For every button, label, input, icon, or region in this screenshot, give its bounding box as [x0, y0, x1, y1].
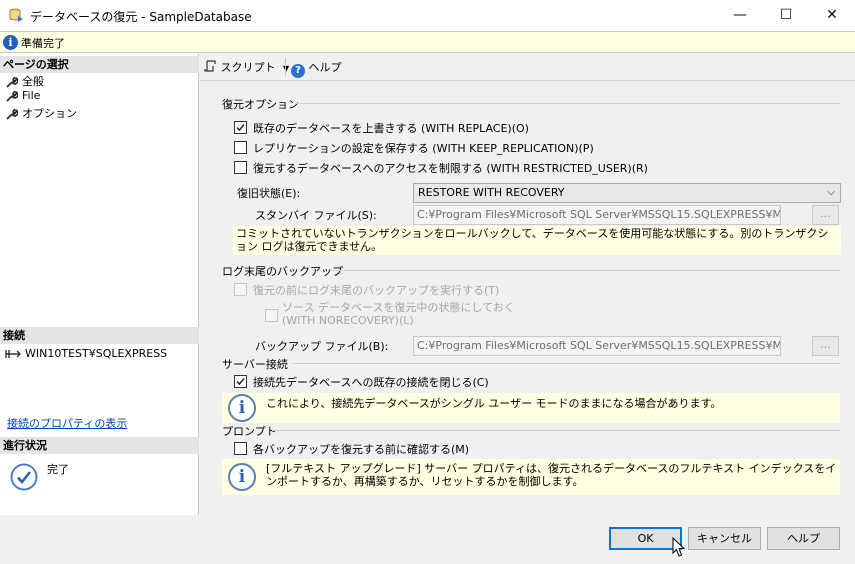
- left-panel: ページの選択 全般 File オプション 接続 WIN10TEST¥SQLEXP…: [0, 53, 199, 515]
- progress-header: 進行状況: [0, 437, 199, 454]
- standby-browse-button[interactable]: ...: [812, 205, 839, 225]
- prompt-note: [フルテキスト アップグレード] サーバー プロパティは、復元されるデータベース…: [266, 462, 837, 488]
- sidebar-item-label: オプション: [22, 107, 77, 120]
- recovery-state-note: コミットされていないトランザクションをロールバックして、データベースを使用可能な…: [233, 226, 841, 255]
- window-title: データベースの復元 - SampleDatabase: [30, 10, 252, 24]
- maximize-button[interactable]: ☐: [763, 0, 809, 31]
- replace-label: 既存のデータベースを上書きする (WITH REPLACE)(O): [253, 122, 529, 135]
- help-button[interactable]: ヘルプ: [767, 527, 840, 550]
- norecovery-checkbox[interactable]: [265, 309, 278, 322]
- recovery-state-label: 復旧状態(E):: [237, 187, 301, 200]
- server-name: WIN10TEST¥SQLEXPRESS: [5, 347, 167, 363]
- tail-log-title: ログ末尾のバックアップ: [222, 265, 343, 278]
- connection-header: 接続: [0, 327, 199, 344]
- status-bar: i 準備完了: [0, 31, 855, 53]
- script-button[interactable]: スクリプト ▼: [204, 59, 289, 75]
- sidebar-item-file[interactable]: File: [6, 89, 40, 105]
- divider: [272, 430, 840, 431]
- confirm-restore-label: 各バックアップを復元する前に確認する(M): [253, 443, 470, 456]
- info-icon: i: [228, 463, 256, 491]
- backup-file-input[interactable]: C:¥Program Files¥Microsoft SQL Server¥MS…: [413, 336, 781, 356]
- norecovery-label: ソース データベースを復元中の状態にしておく (WITH NORECOVERY)…: [282, 301, 515, 327]
- close-connections-checkbox[interactable]: [234, 375, 247, 388]
- wrench-icon: [6, 109, 19, 120]
- server-connection-icon: [5, 350, 21, 358]
- script-label: スクリプト: [220, 61, 276, 74]
- restore-options-title: 復元オプション: [222, 98, 299, 111]
- checkmark-icon: [10, 463, 38, 491]
- chevron-down-icon: ⌵: [827, 187, 835, 198]
- chevron-down-icon: ▼: [283, 64, 290, 73]
- database-restore-icon: [9, 8, 23, 22]
- server-connections-title: サーバー接続: [222, 358, 288, 371]
- help-label: ヘルプ: [308, 61, 342, 74]
- mouse-cursor-icon: [672, 537, 686, 557]
- toolbar: スクリプト ▼ ? ヘルプ: [200, 53, 855, 81]
- close-connections-label: 接続先データベースへの既存の接続を閉じる(C): [253, 376, 489, 389]
- help-icon: ?: [291, 64, 305, 78]
- toolbar-separator: [285, 58, 286, 76]
- sidebar-item-options[interactable]: オプション: [6, 105, 77, 121]
- maximize-icon: ☐: [779, 7, 793, 23]
- sidebar-item-general[interactable]: 全般: [6, 73, 44, 89]
- help-toolbar-button[interactable]: ? ヘルプ: [291, 59, 342, 78]
- wrench-icon: [6, 77, 19, 88]
- minimize-button[interactable]: —: [717, 0, 763, 31]
- tail-log-backup-label: 復元の前にログ末尾のバックアップを実行する(T): [253, 284, 500, 297]
- server-connections-note: これにより、接続先データベースがシングル ユーザー モードのままになる場合があり…: [266, 397, 722, 410]
- recovery-state-value: RESTORE WITH RECOVERY: [418, 186, 565, 199]
- divider: [292, 363, 840, 364]
- page-select-header: ページの選択: [0, 56, 199, 73]
- replace-checkbox[interactable]: [234, 121, 247, 134]
- connection-properties-link[interactable]: 接続のプロパティの表示: [7, 415, 127, 431]
- confirm-restore-checkbox[interactable]: [234, 442, 247, 455]
- sidebar-item-label: 全般: [22, 75, 44, 88]
- norecovery-line1: ソース データベースを復元中の状態にしておく: [282, 301, 515, 314]
- keep-replication-checkbox[interactable]: [234, 141, 247, 154]
- server-connections-note-box: i これにより、接続先データベースがシングル ユーザー モードのままになる場合が…: [222, 393, 840, 423]
- prompt-title: プロンプト: [222, 425, 277, 438]
- info-icon: i: [3, 35, 18, 50]
- close-icon: ✕: [826, 7, 838, 23]
- norecovery-line2: (WITH NORECOVERY)(L): [282, 314, 414, 327]
- close-button[interactable]: ✕: [809, 0, 855, 31]
- script-icon: [204, 60, 216, 72]
- divider: [330, 270, 840, 271]
- sidebar-item-label: File: [22, 89, 41, 102]
- divider: [295, 103, 840, 104]
- progress-status: 完了: [47, 463, 69, 476]
- standby-file-label: スタンバイ ファイル(S):: [255, 209, 377, 222]
- tail-log-backup-checkbox[interactable]: [234, 283, 247, 296]
- backup-file-browse-button[interactable]: ...: [812, 336, 839, 356]
- options-page: スクリプト ▼ ? ヘルプ 復元オプション 既存のデータベースを上書きする (W…: [200, 53, 855, 515]
- info-icon: i: [228, 394, 256, 422]
- status-text: 準備完了: [21, 37, 65, 50]
- restricted-user-label: 復元するデータベースへのアクセスを制限する (WITH RESTRICTED_U…: [253, 162, 648, 175]
- minimize-icon: —: [733, 7, 747, 23]
- cancel-button[interactable]: キャンセル: [688, 527, 761, 550]
- wrench-icon: [6, 91, 19, 102]
- server-label: WIN10TEST¥SQLEXPRESS: [25, 347, 168, 360]
- check-icon: [236, 378, 245, 386]
- prompt-note-box: i [フルテキスト アップグレード] サーバー プロパティは、復元されるデータベ…: [222, 459, 840, 495]
- keep-replication-label: レプリケーションの設定を保存する (WITH KEEP_REPLICATION)…: [253, 142, 594, 155]
- title-bar: データベースの復元 - SampleDatabase — ☐ ✕: [0, 0, 855, 31]
- check-icon: [236, 124, 245, 132]
- standby-file-input[interactable]: C:¥Program Files¥Microsoft SQL Server¥MS…: [413, 205, 781, 225]
- backup-file-label: バックアップ ファイル(B):: [255, 340, 389, 353]
- restricted-user-checkbox[interactable]: [234, 161, 247, 174]
- recovery-state-select[interactable]: RESTORE WITH RECOVERY ⌵: [413, 183, 841, 203]
